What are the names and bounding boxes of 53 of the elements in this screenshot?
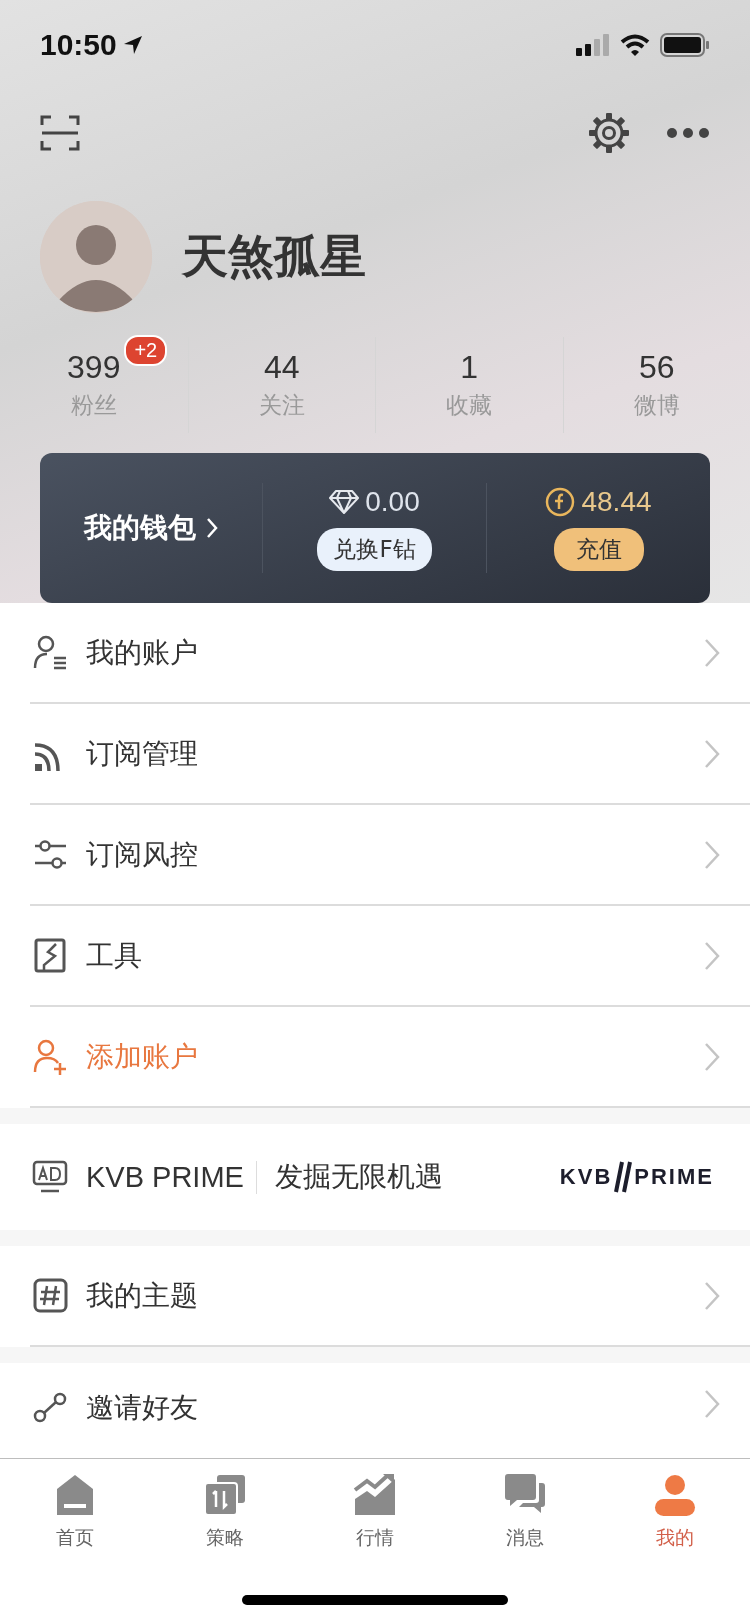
signal-icon (576, 34, 610, 56)
clock-time: 10:50 (40, 28, 117, 62)
wifi-icon (620, 34, 650, 56)
battery-icon (660, 33, 710, 57)
chevron-icon (206, 517, 218, 539)
more-button[interactable] (666, 126, 710, 139)
menu-item[interactable]: 订阅风控 (30, 805, 750, 905)
stat-count[interactable]: 1 (460, 349, 479, 385)
chevron-icon (704, 839, 720, 870)
ad-title: KVB PRIME (86, 1160, 257, 1194)
chevron-icon (704, 1280, 720, 1311)
balance-amount: 48.44 (581, 485, 652, 518)
chevron-icon (704, 637, 720, 668)
chart-icon (353, 1473, 397, 1517)
user-name: 天煞孤星 (182, 228, 366, 285)
add-person-icon (32, 1037, 68, 1076)
person-icon (653, 1473, 697, 1517)
tab-item[interactable]: 行情 (300, 1473, 450, 1551)
recharge-button[interactable]: 充值 (553, 527, 644, 571)
ad-icon (32, 1160, 68, 1194)
ad-banner[interactable]: KVB PRIME 发掘无限机遇 KVB PRIME (0, 1124, 750, 1230)
hashtag-icon (32, 1276, 68, 1315)
brand-logo: KVB PRIME (559, 1159, 714, 1195)
more-icon (666, 126, 710, 139)
tab-item[interactable]: 首页 (0, 1473, 150, 1551)
chevron-icon (704, 738, 720, 769)
stat-count[interactable]: 44 (263, 349, 300, 385)
diamond-icon (329, 488, 360, 515)
coin-icon (545, 486, 576, 517)
cards-icon (203, 1473, 247, 1517)
notification-badge: +2 (124, 335, 168, 366)
wallet-link[interactable]: 我的钱包 (40, 509, 262, 547)
chevron-icon (704, 1389, 720, 1419)
menu-item[interactable]: 我的账户 (30, 603, 750, 703)
person-list-icon (32, 633, 68, 672)
settings-icon (588, 111, 630, 154)
tab-item[interactable]: 我的 (600, 1473, 750, 1551)
settings-button[interactable] (588, 111, 630, 154)
location-arrow-icon (122, 35, 143, 55)
scan-button[interactable] (40, 113, 80, 152)
stat-count[interactable]: 56 (638, 349, 675, 385)
menu-item[interactable]: 订阅管理 (30, 704, 750, 804)
chevron-icon (704, 1041, 720, 1072)
balance-amount: 0.00 (365, 485, 420, 518)
tool-box-icon (32, 936, 68, 975)
tab-item[interactable]: 策略 (150, 1473, 300, 1551)
exchange-button[interactable]: 兑换F钻 (317, 527, 432, 571)
ad-tagline: 发掘无限机遇 (274, 1159, 444, 1195)
stat-count[interactable]: 399 (67, 349, 121, 385)
scan-icon (40, 113, 80, 152)
menu-item[interactable]: 工具 (30, 906, 750, 1006)
tab-item[interactable]: 消息 (450, 1473, 600, 1551)
chevron-icon (704, 940, 720, 971)
